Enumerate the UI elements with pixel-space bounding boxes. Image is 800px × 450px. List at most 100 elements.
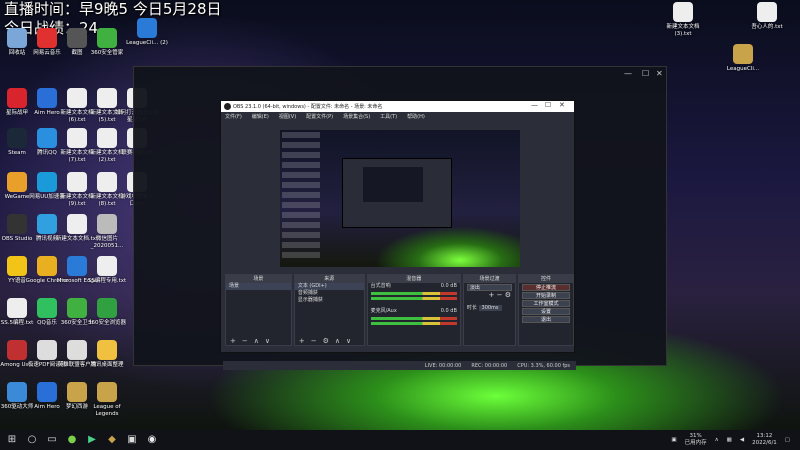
up-icon[interactable]: ∧ [335, 337, 340, 345]
desktop-icon-label: League of Legends [93, 404, 121, 417]
desktop-icon-label: 腾讯桌面整理 [90, 362, 124, 368]
down-icon[interactable]: ∨ [346, 337, 351, 345]
notification-icon[interactable]: ▢ [785, 437, 790, 443]
gear-icon[interactable]: ⚙ [505, 291, 511, 299]
task-view-icon[interactable]: ▭ [44, 433, 60, 447]
preview-desktop-icons [282, 132, 320, 262]
menu-item[interactable]: 文件(F) [225, 113, 242, 120]
obs-menu-bar: 文件(F) 编辑(E) 视图(V) 配置文件(P) 场景集合(S) 工具(T) 帮助(H) [221, 112, 574, 121]
preview-nested-obs [342, 158, 452, 228]
obs-logo-icon [224, 103, 231, 110]
obs-window: OBS 23.1.0 (64-bit, windows) - 配置文件: 未命名… [220, 100, 576, 370]
app-icon [97, 214, 117, 234]
app-icon [97, 256, 117, 276]
cpu-status: CPU: 3.3%, 60.00 fps [517, 362, 570, 369]
desktop-icon-label: 360安全浏览器 [88, 320, 126, 326]
live-status: LIVE: 00:00:00 [424, 362, 462, 369]
system-tray: ▣ 31% 已用内存 ∧ ▦ ◀ 13:12 2022/6/1 ▢ [671, 430, 800, 450]
desktop-icon[interactable]: League of Legends [84, 382, 130, 418]
chevron-up-icon[interactable]: ∧ [715, 437, 719, 443]
audio-meter [370, 292, 457, 295]
clock[interactable]: 13:12 2022/6/1 [752, 433, 777, 447]
duration-input[interactable]: 300ms [478, 305, 502, 311]
exit-button[interactable]: 退出 [521, 316, 570, 323]
app-icon[interactable]: ● [64, 433, 80, 447]
obs-docks: 场景 场景 + − ∧ ∨ 来源 文本 (GDI+) 音频捕获 显示器捕获 + − ⚙ ∧ ∨… [223, 274, 576, 346]
start-recording-button[interactable]: 开始录制 [521, 292, 570, 299]
network-icon[interactable]: ▦ [727, 437, 732, 443]
desktop-icon[interactable]: 腾讯桌面整理 [84, 340, 130, 369]
mixer-header: 混音器 [367, 275, 460, 283]
remove-icon[interactable]: − [242, 337, 248, 345]
desktop-icon-label: SS编程专用.txt [87, 278, 127, 284]
close-icon[interactable]: ✕ [656, 69, 663, 78]
preview-canvas[interactable] [280, 130, 520, 267]
desktop-icon[interactable]: 360安全浏览器 [84, 298, 130, 327]
remove-icon[interactable]: − [311, 337, 317, 345]
volume-slider[interactable] [370, 322, 457, 325]
menu-item[interactable]: 场景集合(S) [343, 113, 370, 120]
app-icon[interactable]: ▣ [124, 433, 140, 447]
obs-status-bar: LIVE: 00:00:00 REC: 00:00:00 CPU: 3.3%, … [223, 361, 576, 370]
remove-icon[interactable]: − [497, 291, 503, 299]
tray-app-icon[interactable]: ▣ [671, 437, 676, 443]
desktop-icon-label: 360安全管家 [90, 50, 124, 56]
minimize-icon[interactable]: — [531, 101, 538, 109]
obs-taskbar-icon[interactable]: ◉ [144, 433, 160, 447]
desktop-icon-label: 新建文本文档 (3).txt [666, 24, 700, 37]
scene-item[interactable]: 场景 [226, 283, 291, 290]
close-icon[interactable]: ✕ [559, 101, 565, 109]
settings-button[interactable]: 设置 [521, 308, 570, 315]
search-icon[interactable]: ○ [24, 433, 40, 447]
windows-start-icon[interactable]: ⊞ [4, 433, 20, 447]
volume-slider[interactable] [370, 297, 457, 300]
transition-select[interactable]: 淡出 [466, 284, 512, 291]
studio-mode-button[interactable]: 工作室模式 [521, 300, 570, 307]
mixer-channel-name: 台式音响 0.0 dB [370, 283, 457, 289]
duration-row: 时长 300ms [464, 305, 515, 312]
scenes-footer: + − ∧ ∨ [226, 336, 291, 345]
add-icon[interactable]: + [299, 337, 305, 345]
controls-header: 控件 [518, 275, 573, 283]
source-item[interactable]: 文本 (GDI+) [294, 283, 364, 290]
stop-streaming-button[interactable]: 停止推流 [521, 284, 570, 291]
league-icon[interactable]: ◆ [104, 433, 120, 447]
desktop-icon[interactable]: LeagueCli... (2) [124, 18, 170, 47]
desktop-icon[interactable]: 吾心人的.txt [744, 2, 790, 31]
rec-status: REC: 00:00:00 [471, 362, 508, 369]
menu-item[interactable]: 工具(T) [380, 113, 397, 120]
obs-title: OBS 23.1.0 (64-bit, windows) - 配置文件: 未命名… [233, 104, 383, 110]
transitions-dock: 场景过渡 淡出 + − ⚙ 时长 300ms [462, 274, 516, 346]
scenes-header: 场景 [226, 275, 291, 283]
maximize-icon[interactable]: ☐ [545, 101, 551, 109]
add-icon[interactable]: + [488, 291, 494, 299]
maximize-icon[interactable]: ☐ [642, 69, 649, 78]
minimize-icon[interactable]: — [624, 69, 632, 78]
desktop-icon[interactable]: 微信图片_2020051... [84, 214, 130, 250]
add-icon[interactable]: + [230, 337, 236, 345]
app-icon [97, 28, 117, 48]
menu-item[interactable]: 视图(V) [279, 113, 296, 120]
desktop-icon[interactable]: LeagueCli... [720, 44, 766, 73]
menu-item[interactable]: 帮助(H) [407, 113, 425, 120]
desktop-icon-label: 吾心人的.txt [751, 24, 783, 30]
app-icon[interactable]: ▶ [84, 433, 100, 447]
up-icon[interactable]: ∧ [254, 337, 259, 345]
desktop-icon-label: LeagueCli... [726, 66, 760, 72]
taskbar: ⊞ ○ ▭ ● ▶ ◆ ▣ ◉ ▣ 31% 已用内存 ∧ ▦ ◀ 13:12 202… [0, 430, 800, 450]
app-icon [97, 382, 117, 402]
obs-title-bar: OBS 23.1.0 (64-bit, windows) - 配置文件: 未命名… [221, 101, 574, 112]
menu-item[interactable]: 配置文件(P) [306, 113, 333, 120]
volume-icon[interactable]: ◀ [740, 437, 744, 443]
desktop-icon[interactable]: SS编程专用.txt [84, 256, 130, 285]
source-item[interactable]: 显示器捕获 [295, 297, 364, 304]
menu-item[interactable]: 编辑(E) [252, 113, 269, 120]
source-item[interactable]: 音频捕获 [295, 290, 364, 297]
app-icon [97, 298, 117, 318]
sources-header: 来源 [294, 275, 364, 283]
desktop-icon[interactable]: 新建文本文档 (3).txt [660, 2, 706, 38]
gear-icon[interactable]: ⚙ [323, 337, 329, 345]
down-icon[interactable]: ∨ [265, 337, 270, 345]
overlay-line-1: 直播时间：早9晚5 今日5月28日 [4, 0, 222, 18]
obs-preview-area: 场景 场景 + − ∧ ∨ 来源 文本 (GDI+) 音频捕获 显示器捕获 + − ⚙ ∧ ∨… [223, 122, 576, 370]
